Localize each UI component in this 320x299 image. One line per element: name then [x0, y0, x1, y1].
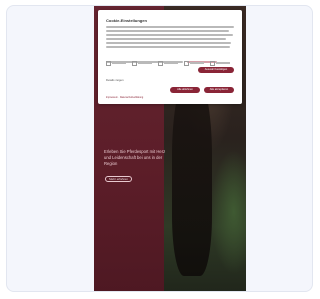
checkbox-necessary[interactable]	[106, 61, 126, 66]
text-line	[106, 30, 229, 32]
checkbox-other[interactable]	[210, 61, 230, 66]
website-preview: Erleben Sie Pferdesport mit Herz und Lei…	[94, 6, 246, 291]
checkbox-statistics[interactable]	[158, 61, 178, 66]
preview-card: Erleben Sie Pferdesport mit Herz und Lei…	[6, 5, 313, 292]
modal-title: Cookie-Einstellungen	[106, 18, 147, 23]
text-line-with-link	[106, 50, 234, 63]
text-line	[106, 38, 227, 40]
horse-silhouette	[172, 76, 212, 276]
details-toggle[interactable]: Details zeigen	[106, 78, 124, 82]
text-line	[106, 26, 234, 28]
accept-all-button[interactable]: Alle akzeptieren	[204, 87, 234, 93]
text-line	[106, 46, 231, 48]
checkbox-marketing[interactable]	[184, 61, 204, 66]
text-line	[106, 34, 233, 36]
checkbox-preferences[interactable]	[132, 61, 152, 66]
modal-description	[106, 26, 234, 63]
cookie-category-checkboxes	[106, 61, 234, 66]
cookie-consent-modal: Cookie-Einstellungen Auswahl bestätigen …	[98, 10, 242, 104]
imprint-link[interactable]: Impressum · Datenschutzerklärung	[106, 96, 143, 99]
accept-selected-button[interactable]: Auswahl bestätigen	[198, 67, 234, 73]
text-line	[106, 42, 232, 44]
hero-text: Erleben Sie Pferdesport mit Herz und Lei…	[104, 149, 166, 166]
hero-button[interactable]: Mehr erfahren	[105, 176, 132, 182]
deny-button[interactable]: Alle ablehnen	[170, 87, 200, 93]
